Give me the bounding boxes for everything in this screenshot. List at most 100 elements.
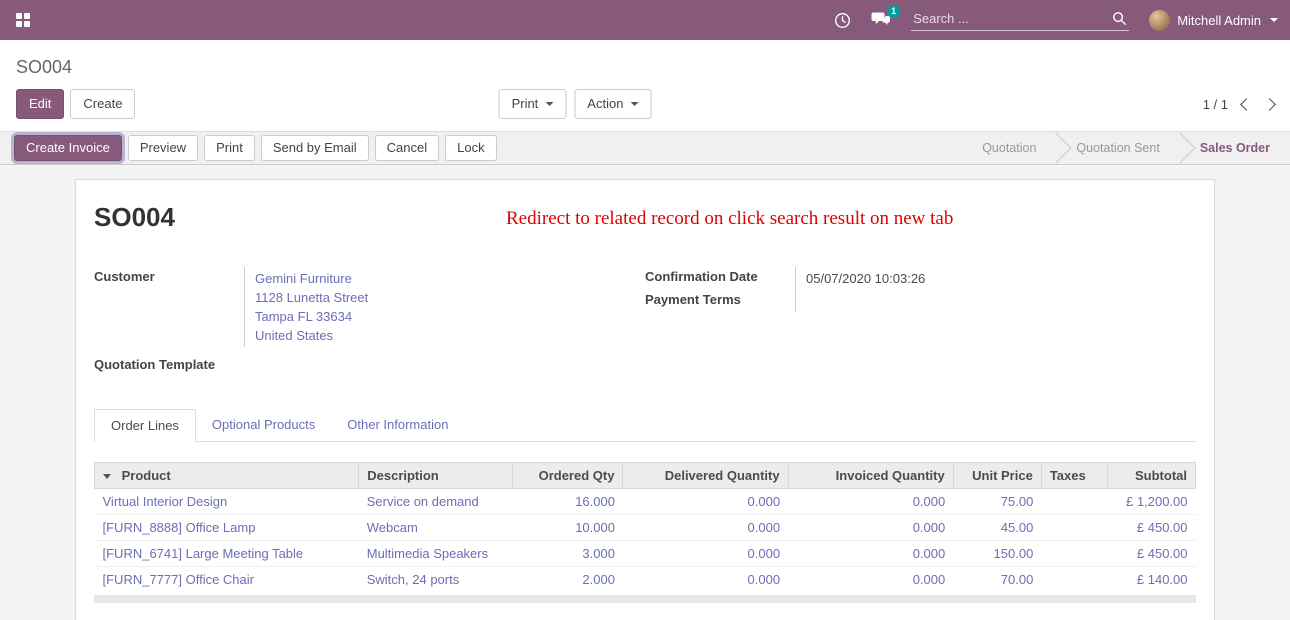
cell-product[interactable]: [FURN_7777] Office Chair <box>95 567 359 593</box>
customer-name-link[interactable]: Gemini Furniture <box>255 269 645 288</box>
activities-clock-icon[interactable] <box>834 12 851 29</box>
tab-other-information[interactable]: Other Information <box>331 409 464 441</box>
column-header-description[interactable]: Description <box>359 463 513 489</box>
breadcrumb: SO004 <box>0 40 1290 83</box>
payment-terms-label: Payment Terms <box>645 290 795 309</box>
create-invoice-button[interactable]: Create Invoice <box>14 135 122 161</box>
chevron-left-icon[interactable] <box>1240 98 1253 111</box>
column-header-delivered-quantity[interactable]: Delivered Quantity <box>623 463 788 489</box>
column-label: Product <box>122 468 171 483</box>
left-field-group: Customer Gemini Furniture 1128 Lunetta S… <box>94 267 645 377</box>
tab-order-lines[interactable]: Order Lines <box>94 409 196 442</box>
confirmation-date-row: Confirmation Date 05/07/2020 10:03:26 <box>645 267 1196 290</box>
table-row[interactable]: [FURN_6741] Large Meeting Table Multimed… <box>95 541 1196 567</box>
cell-subtotal[interactable]: £ 450.00 <box>1107 541 1195 567</box>
cell-unit-price[interactable]: 45.00 <box>953 515 1041 541</box>
cell-invoiced-qty[interactable]: 0.000 <box>788 489 953 515</box>
payment-terms-value <box>795 290 1196 312</box>
customer-field-row: Customer Gemini Furniture 1128 Lunetta S… <box>94 267 645 347</box>
table-row[interactable]: [FURN_8888] Office Lamp Webcam 10.000 0.… <box>95 515 1196 541</box>
cell-ordered-qty[interactable]: 3.000 <box>513 541 623 567</box>
page-title: SO004 <box>16 57 72 77</box>
messages-chat-icon[interactable]: 1 <box>871 12 891 28</box>
table-row[interactable]: Virtual Interior Design Service on deman… <box>95 489 1196 515</box>
cell-ordered-qty[interactable]: 16.000 <box>513 489 623 515</box>
column-header-invoiced-quantity[interactable]: Invoiced Quantity <box>788 463 953 489</box>
navbar-right: 1 Mitchell Admin <box>834 9 1278 31</box>
table-row[interactable]: [FURN_7777] Office Chair Switch, 24 port… <box>95 567 1196 593</box>
cell-description[interactable]: Multimedia Speakers <box>359 541 513 567</box>
table-header-row: Product Description Ordered Qty Delivere… <box>95 463 1196 489</box>
cell-subtotal[interactable]: £ 450.00 <box>1107 515 1195 541</box>
column-caret-icon[interactable] <box>103 474 111 479</box>
quotation-template-value <box>244 355 645 377</box>
cell-taxes[interactable] <box>1041 515 1107 541</box>
cell-subtotal[interactable]: £ 1,200.00 <box>1107 489 1195 515</box>
customer-value[interactable]: Gemini Furniture 1128 Lunetta Street Tam… <box>244 267 645 347</box>
cell-invoiced-qty[interactable]: 0.000 <box>788 515 953 541</box>
cell-product[interactable]: [FURN_8888] Office Lamp <box>95 515 359 541</box>
print-dropdown-button[interactable]: Print <box>499 89 567 119</box>
cell-description[interactable]: Switch, 24 ports <box>359 567 513 593</box>
caret-down-icon <box>1270 18 1278 22</box>
confirmation-date-value: 05/07/2020 10:03:26 <box>795 267 1196 290</box>
column-header-ordered-qty[interactable]: Ordered Qty <box>513 463 623 489</box>
cell-ordered-qty[interactable]: 10.000 <box>513 515 623 541</box>
search-icon[interactable] <box>1112 11 1127 26</box>
cell-invoiced-qty[interactable]: 0.000 <box>788 567 953 593</box>
customer-street[interactable]: 1128 Lunetta Street <box>255 288 645 307</box>
cell-taxes[interactable] <box>1041 567 1107 593</box>
tab-optional-products[interactable]: Optional Products <box>196 409 331 441</box>
control-panel-center: Print Action <box>499 89 652 119</box>
chevron-separator-icon <box>1041 132 1072 163</box>
action-dropdown-button[interactable]: Action <box>574 89 651 119</box>
field-groups: Customer Gemini Furniture 1128 Lunetta S… <box>94 267 1196 377</box>
print-button[interactable]: Print <box>204 135 255 161</box>
payment-terms-row: Payment Terms <box>645 290 1196 312</box>
annotation-text: Redirect to related record on click sear… <box>506 208 953 230</box>
column-header-subtotal[interactable]: Subtotal <box>1107 463 1195 489</box>
send-by-email-button[interactable]: Send by Email <box>261 135 369 161</box>
column-header-product[interactable]: Product <box>95 463 359 489</box>
cell-description[interactable]: Webcam <box>359 515 513 541</box>
create-button[interactable]: Create <box>70 89 135 119</box>
pager: 1 / 1 <box>1203 97 1274 112</box>
action-dropdown-label: Action <box>587 96 623 112</box>
cell-ordered-qty[interactable]: 2.000 <box>513 567 623 593</box>
cell-delivered-qty[interactable]: 0.000 <box>623 567 788 593</box>
quotation-template-label: Quotation Template <box>94 355 244 374</box>
cell-description[interactable]: Service on demand <box>359 489 513 515</box>
cell-product[interactable]: Virtual Interior Design <box>95 489 359 515</box>
column-header-taxes[interactable]: Taxes <box>1041 463 1107 489</box>
user-menu[interactable]: Mitchell Admin <box>1149 10 1278 31</box>
chevron-separator-icon <box>1164 132 1195 163</box>
cell-delivered-qty[interactable]: 0.000 <box>623 515 788 541</box>
cell-delivered-qty[interactable]: 0.000 <box>623 541 788 567</box>
lock-button[interactable]: Lock <box>445 135 496 161</box>
cell-delivered-qty[interactable]: 0.000 <box>623 489 788 515</box>
customer-label: Customer <box>94 267 244 286</box>
caret-down-icon <box>545 102 553 106</box>
preview-button[interactable]: Preview <box>128 135 198 161</box>
cancel-button[interactable]: Cancel <box>375 135 439 161</box>
apps-menu-icon[interactable] <box>16 13 22 19</box>
search-input[interactable] <box>913 11 1112 26</box>
customer-country[interactable]: United States <box>255 326 645 345</box>
edit-button[interactable]: Edit <box>16 89 64 119</box>
cell-unit-price[interactable]: 75.00 <box>953 489 1041 515</box>
cell-product[interactable]: [FURN_6741] Large Meeting Table <box>95 541 359 567</box>
notebook-tabs: Order Lines Optional Products Other Info… <box>94 409 1196 442</box>
cell-invoiced-qty[interactable]: 0.000 <box>788 541 953 567</box>
order-lines-table: Product Description Ordered Qty Delivere… <box>94 462 1196 592</box>
cell-unit-price[interactable]: 150.00 <box>953 541 1041 567</box>
cell-taxes[interactable] <box>1041 489 1107 515</box>
status-step-quotation-sent[interactable]: Quotation Sent <box>1060 141 1175 155</box>
cell-subtotal[interactable]: £ 140.00 <box>1107 567 1195 593</box>
status-step-sales-order[interactable]: Sales Order <box>1184 141 1286 155</box>
statusbar-buttons: Create Invoice Preview Print Send by Ema… <box>14 135 497 161</box>
chevron-right-icon[interactable] <box>1263 98 1276 111</box>
cell-taxes[interactable] <box>1041 541 1107 567</box>
customer-city[interactable]: Tampa FL 33634 <box>255 307 645 326</box>
column-header-unit-price[interactable]: Unit Price <box>953 463 1041 489</box>
cell-unit-price[interactable]: 70.00 <box>953 567 1041 593</box>
